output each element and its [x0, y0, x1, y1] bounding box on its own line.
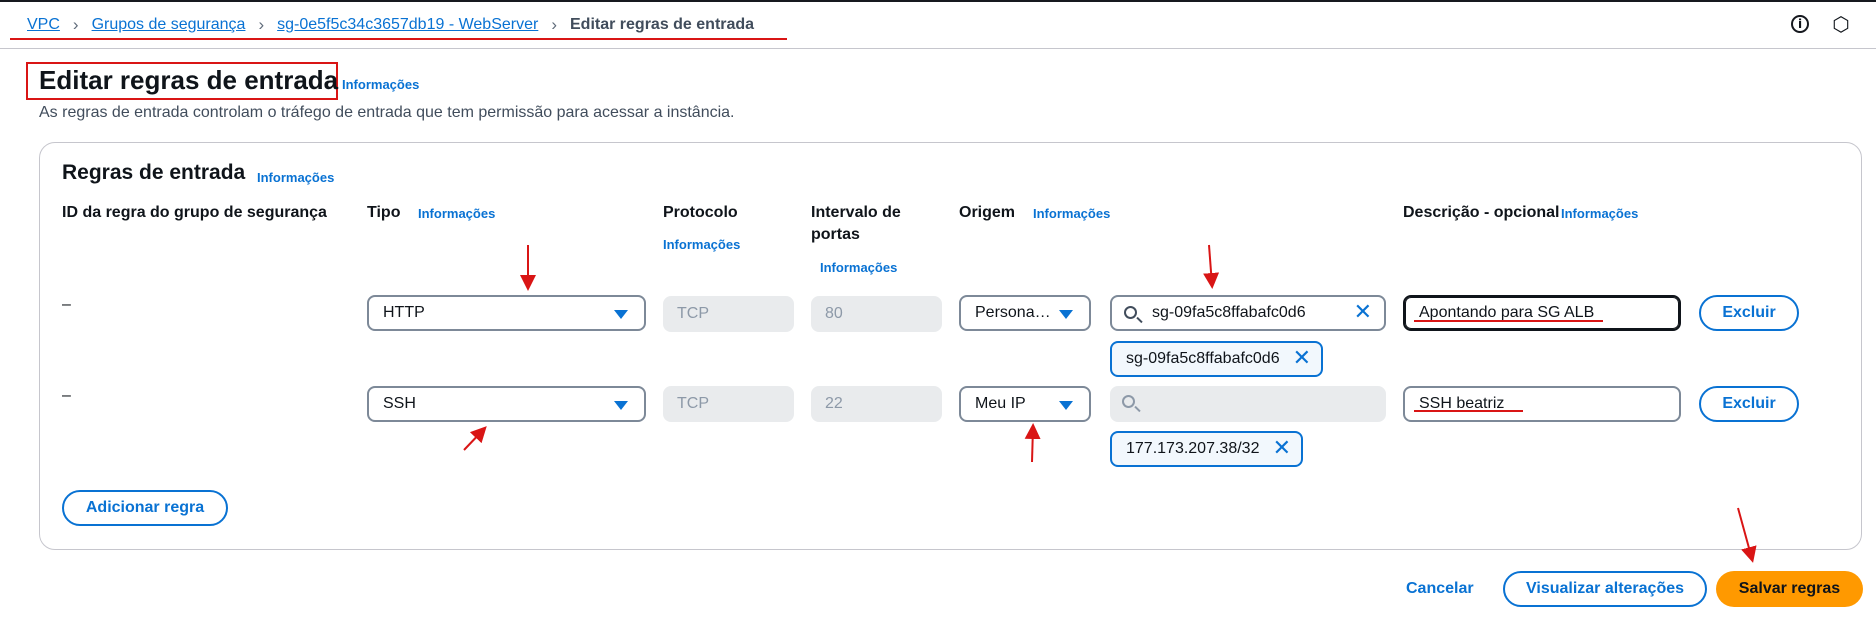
delete-button[interactable]: Excluir	[1699, 295, 1799, 331]
type-info-link[interactable]: Informações	[418, 206, 495, 221]
source-token-label: 177.173.207.38/32	[1126, 440, 1260, 457]
annotation-underline	[1414, 410, 1523, 412]
source-token: sg-09fa5c8ffabafc0d6 ✕	[1110, 341, 1323, 377]
info-icon[interactable]: i	[1791, 15, 1809, 33]
caret-down-icon	[1059, 310, 1073, 319]
type-select[interactable]: HTTP	[367, 295, 646, 331]
chevron-right-icon: ›	[258, 15, 265, 34]
description-input[interactable]: Apontando para SG ALB	[1403, 295, 1681, 331]
preview-changes-button[interactable]: Visualizar alterações	[1503, 571, 1707, 607]
remove-token-icon[interactable]: ✕	[1273, 438, 1291, 460]
col-port-range-line1: Intervalo de	[811, 204, 901, 221]
type-select-value: HTTP	[383, 304, 425, 321]
chevron-right-icon: ›	[551, 15, 557, 34]
source-token-label: sg-09fa5c8ffabafc0d6	[1126, 350, 1280, 367]
col-type: Tipo	[367, 204, 401, 221]
col-protocol: Protocolo	[663, 204, 738, 221]
annotation-underline	[10, 38, 787, 40]
header-divider	[0, 48, 1876, 49]
source-search-input[interactable]: sg-09fa5c8ffabafc0d6 ✕	[1110, 295, 1386, 331]
caret-down-icon	[1059, 401, 1073, 410]
rule-id: –	[62, 296, 71, 313]
col-description: Descrição - opcional	[1403, 204, 1560, 221]
annotation-underline	[1414, 320, 1603, 322]
source-select[interactable]: Meu IP	[959, 386, 1091, 422]
port-range-field: 80	[811, 296, 942, 332]
rule-id: –	[62, 387, 71, 404]
protocol-field: TCP	[663, 296, 794, 332]
cancel-button[interactable]: Cancelar	[1406, 580, 1474, 598]
page-info-link[interactable]: Informações	[342, 77, 419, 92]
breadcrumb-security-groups[interactable]: Grupos de segurança	[92, 16, 246, 34]
source-info-link[interactable]: Informações	[1033, 206, 1110, 221]
col-rule-id: ID da regra do grupo de segurança	[62, 204, 327, 221]
protocol-info-link[interactable]: Informações	[663, 237, 740, 252]
search-icon	[1122, 395, 1135, 408]
delete-button[interactable]: Excluir	[1699, 386, 1799, 422]
breadcrumb: VPC › Grupos de segurança › sg-0e5f5c34c…	[27, 14, 754, 36]
description-info-link[interactable]: Informações	[1561, 206, 1638, 221]
breadcrumb-vpc[interactable]: VPC	[27, 16, 60, 34]
type-select[interactable]: SSH	[367, 386, 646, 422]
caret-down-icon	[614, 310, 628, 319]
source-token: 177.173.207.38/32 ✕	[1110, 431, 1303, 467]
add-rule-button[interactable]: Adicionar regra	[62, 490, 228, 526]
source-select-value: Persona…	[975, 304, 1051, 321]
description-input[interactable]: SSH beatriz	[1403, 386, 1681, 422]
section-title: Regras de entrada	[62, 161, 246, 184]
type-select-value: SSH	[383, 395, 416, 412]
col-port-range-line2: portas	[811, 226, 860, 243]
port-range-field: 22	[811, 386, 942, 422]
col-source: Origem	[959, 204, 1016, 221]
protocol-field: TCP	[663, 386, 794, 422]
breadcrumb-security-group[interactable]: sg-0e5f5c34c3657db19 - WebServer	[277, 16, 538, 34]
source-select[interactable]: Persona…	[959, 295, 1091, 331]
page-description: As regras de entrada controlam o tráfego…	[39, 104, 735, 121]
source-select-value: Meu IP	[975, 395, 1026, 412]
breadcrumb-current: Editar regras de entrada	[570, 16, 755, 33]
save-rules-button[interactable]: Salvar regras	[1716, 571, 1863, 607]
source-search-input	[1110, 386, 1386, 422]
page-title: Editar regras de entrada	[39, 65, 339, 95]
section-info-link[interactable]: Informações	[257, 170, 334, 185]
remove-token-icon[interactable]: ✕	[1293, 348, 1311, 370]
port-info-link[interactable]: Informações	[820, 260, 897, 275]
clear-icon[interactable]: ✕	[1354, 302, 1372, 324]
chevron-right-icon: ›	[72, 15, 79, 34]
search-icon	[1124, 306, 1137, 319]
top-border	[0, 0, 1876, 2]
source-search-value: sg-09fa5c8ffabafc0d6	[1152, 304, 1306, 321]
settings-icon[interactable]: ⬡	[1832, 12, 1850, 36]
caret-down-icon	[614, 401, 628, 410]
col-port-range: Intervalo de portas	[811, 202, 901, 246]
